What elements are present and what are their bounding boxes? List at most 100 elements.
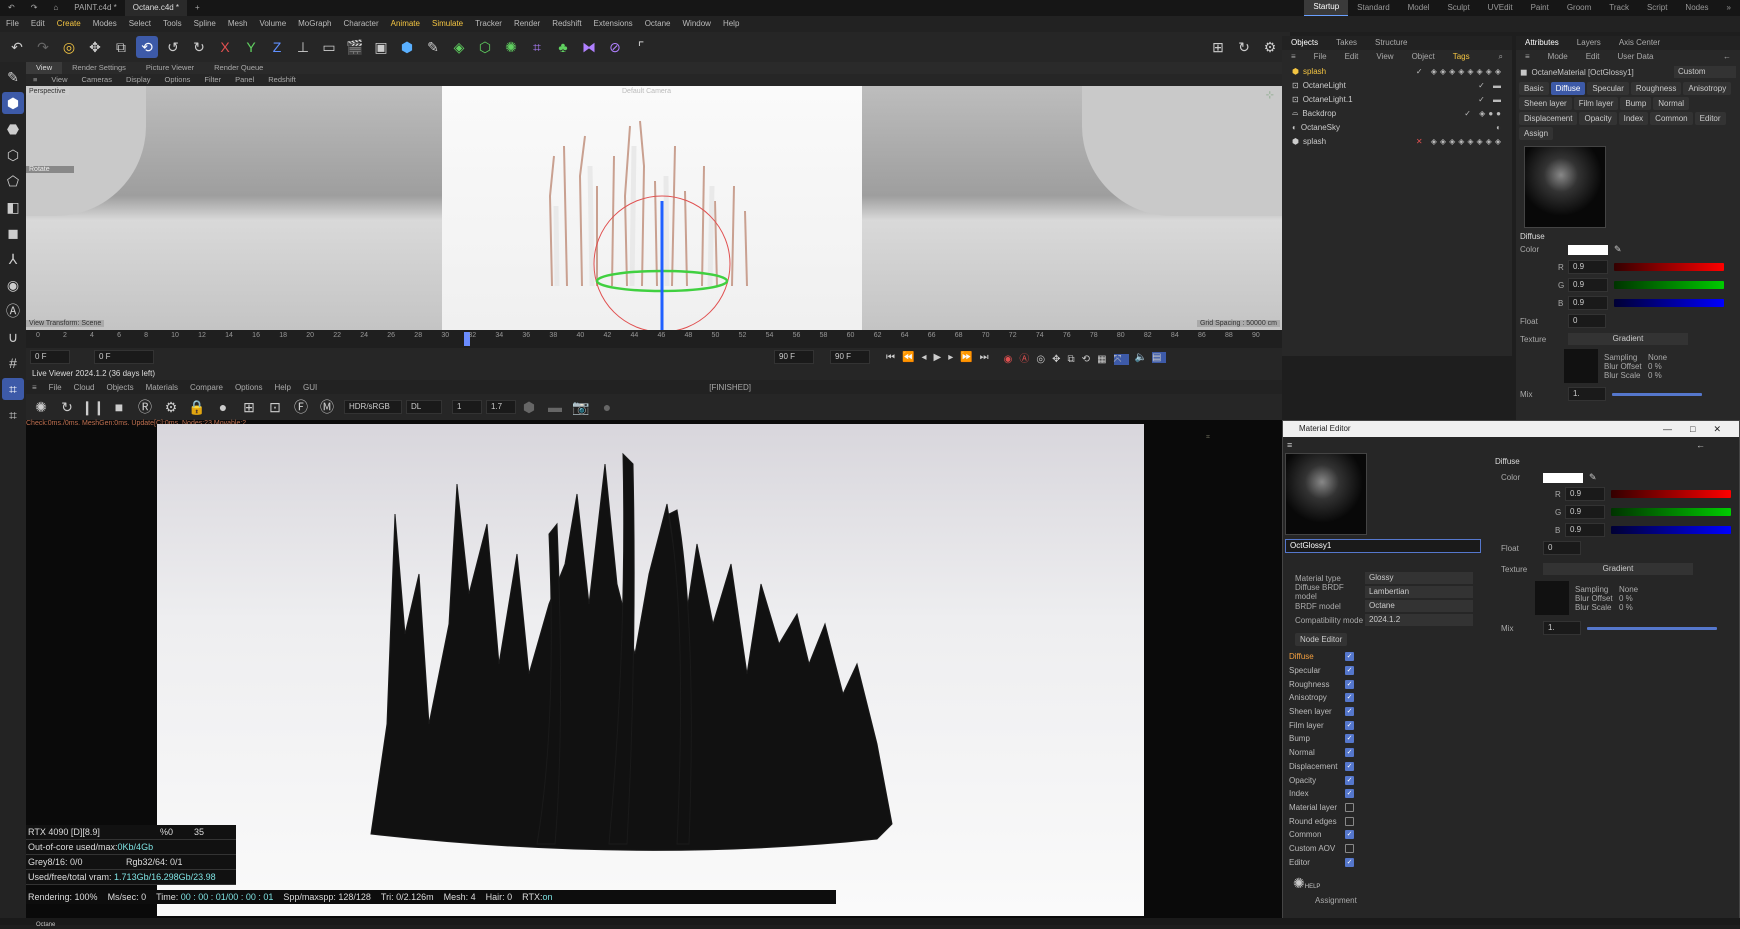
green-value[interactable]: 0.9 <box>1568 278 1608 292</box>
value-a-field[interactable]: 1 <box>452 400 482 414</box>
channel-row[interactable]: Round edges <box>1285 814 1485 828</box>
lv-menu-materials[interactable]: Materials <box>140 383 184 392</box>
menu-character[interactable]: Character <box>338 16 385 32</box>
channel-checkbox[interactable]: ✓ <box>1345 734 1354 744</box>
lv-menu-gui[interactable]: GUI <box>297 383 323 392</box>
menu-tracker[interactable]: Tracker <box>469 16 508 32</box>
vp-menu-options[interactable]: Options <box>158 74 198 86</box>
effector-icon[interactable]: ⧓ <box>578 36 600 58</box>
model-mode-icon[interactable]: ⬢ <box>2 92 24 114</box>
channel-checkbox[interactable]: ✓ <box>1345 652 1354 662</box>
deformer-icon[interactable]: ✺ <box>500 36 522 58</box>
texture-select[interactable]: Gradient <box>1568 333 1688 345</box>
menu-file[interactable]: File <box>0 16 25 32</box>
frame-icon[interactable]: ▬ <box>544 396 566 418</box>
current-frame-field[interactable]: 0 F <box>30 350 70 364</box>
rotate-ccw-icon[interactable]: ↺ <box>162 36 184 58</box>
record-icon[interactable]: ◉ <box>1004 354 1020 365</box>
stop-icon[interactable]: ■ <box>108 396 130 418</box>
me-color-swatch[interactable] <box>1543 472 1583 483</box>
channel-checkbox[interactable]: ✓ <box>1345 693 1354 703</box>
menu-window[interactable]: Window <box>676 16 716 32</box>
subdivision-icon[interactable]: ◈ <box>448 36 470 58</box>
menu-render[interactable]: Render <box>508 16 546 32</box>
chip-index[interactable]: Index <box>1618 112 1649 125</box>
chip-common[interactable]: Common <box>1650 112 1693 125</box>
channel-checkbox[interactable]: ✓ <box>1345 720 1354 730</box>
points-mode-icon[interactable]: ⬡ <box>2 144 24 166</box>
workplane-icon[interactable]: ⌗ <box>2 378 24 400</box>
add-tab-button[interactable]: + <box>187 0 208 16</box>
channel-row[interactable]: Index ✓ <box>1285 787 1485 801</box>
channel-row[interactable]: Displacement ✓ <box>1285 760 1485 774</box>
channel-row[interactable]: Anisotropy ✓ <box>1285 691 1485 705</box>
key-move-icon[interactable]: ✥ <box>1052 354 1067 365</box>
channel-checkbox[interactable] <box>1345 802 1354 812</box>
channel-row[interactable]: Normal ✓ <box>1285 746 1485 760</box>
vp-menu-filter[interactable]: Filter <box>197 74 228 86</box>
keyframe-selection-icon[interactable]: ◎ <box>1036 354 1052 365</box>
hamburger-icon[interactable]: ≡ <box>1287 440 1292 450</box>
soft-selection-icon[interactable]: Ⓐ <box>2 300 24 322</box>
help-gear-icon[interactable]: ✺HELP <box>1285 875 1485 892</box>
next-key-icon[interactable]: ⏩ <box>960 352 979 363</box>
menu-mograph[interactable]: MoGraph <box>292 16 337 32</box>
camera-icon[interactable]: ⊘ <box>604 36 626 58</box>
float-value[interactable]: 0 <box>1568 314 1606 328</box>
compat-mode-select[interactable]: 2024.1.2 <box>1365 614 1473 626</box>
pick-object-icon[interactable]: Ⓜ <box>316 396 338 418</box>
object-row-octanelight-1[interactable]: ⊡ OctaneLight.1 ✓ ▬ <box>1282 92 1512 106</box>
x-axis-icon[interactable]: X <box>214 36 236 58</box>
tab-picture-viewer[interactable]: Picture Viewer <box>136 62 204 74</box>
blur-scale-value[interactable]: 0 % <box>1648 371 1662 380</box>
channel-row[interactable]: Sheen layer ✓ <box>1285 705 1485 719</box>
texture-mode-icon[interactable]: ⬣ <box>2 118 24 140</box>
pick-focus-icon[interactable]: ⊞ <box>238 396 260 418</box>
me-red-slider[interactable] <box>1611 490 1731 498</box>
undo-icon[interactable]: ↶ <box>6 36 28 58</box>
cube-icon[interactable]: ⬢ <box>396 36 418 58</box>
me-mix-value[interactable]: 1. <box>1543 621 1581 635</box>
obj-menu-tags[interactable]: Tags <box>1444 50 1479 64</box>
fps-icon[interactable]: ▤ <box>1151 351 1167 363</box>
me-blur-offset-value[interactable]: 0 % <box>1619 594 1633 603</box>
play-icon[interactable]: ▶ <box>933 352 948 363</box>
hamburger-icon[interactable]: ≡ <box>26 383 43 392</box>
kernel-select[interactable]: DL <box>406 400 442 414</box>
blur-offset-value[interactable]: 0 % <box>1648 362 1662 371</box>
preset-select[interactable]: Custom <box>1674 66 1736 78</box>
material-name-input[interactable]: OctGlossy1 <box>1285 539 1481 553</box>
channel-checkbox[interactable]: ✓ <box>1345 775 1354 785</box>
key-scale-icon[interactable]: ⧉ <box>1068 354 1082 365</box>
sound-icon[interactable]: 🔈 <box>1135 352 1152 363</box>
edges-mode-icon[interactable]: ⬠ <box>2 170 24 192</box>
eyedropper-icon[interactable]: ✎ <box>1614 244 1622 255</box>
region-icon[interactable]: Ⓡ <box>134 396 156 418</box>
goto-end-icon[interactable]: ⏭ <box>980 352 996 363</box>
refresh-icon[interactable]: ↻ <box>1233 36 1255 58</box>
back-arrow-icon[interactable]: ← <box>1696 440 1705 450</box>
lv-menu-options[interactable]: Options <box>229 383 269 392</box>
maximize-icon[interactable]: □ <box>1690 424 1713 434</box>
scene-icon[interactable]: ♣ <box>552 36 574 58</box>
red-value[interactable]: 0.9 <box>1568 260 1608 274</box>
menu-volume[interactable]: Volume <box>253 16 292 32</box>
value-b-field[interactable]: 1.7 <box>486 400 516 414</box>
attr-menu-mode[interactable]: Mode <box>1539 50 1577 64</box>
redo-icon[interactable]: ↷ <box>32 36 54 58</box>
me-sampling-value[interactable]: None <box>1619 585 1638 594</box>
tab-takes[interactable]: Takes <box>1327 36 1366 50</box>
object-row-octanelight[interactable]: ⊡ OctaneLight ✓ ▬ <box>1282 78 1512 92</box>
lv-menu-compare[interactable]: Compare <box>184 383 229 392</box>
layout-model[interactable]: Model <box>1399 0 1439 16</box>
layout-script[interactable]: Script <box>1638 0 1676 16</box>
chip-assign[interactable]: Assign <box>1519 127 1554 140</box>
lv-menu-help[interactable]: Help <box>269 383 297 392</box>
diffuse-brdf-select[interactable]: Lambertian <box>1365 586 1473 598</box>
menu-modes[interactable]: Modes <box>87 16 123 32</box>
me-float-value[interactable]: 0 <box>1543 541 1581 555</box>
obj-menu-edit[interactable]: Edit <box>1336 50 1368 64</box>
lv-menu-objects[interactable]: Objects <box>100 383 139 392</box>
pick-white-balance-icon[interactable]: Ⓕ <box>290 396 312 418</box>
autokey-icon[interactable]: Ⓐ <box>1019 354 1036 365</box>
